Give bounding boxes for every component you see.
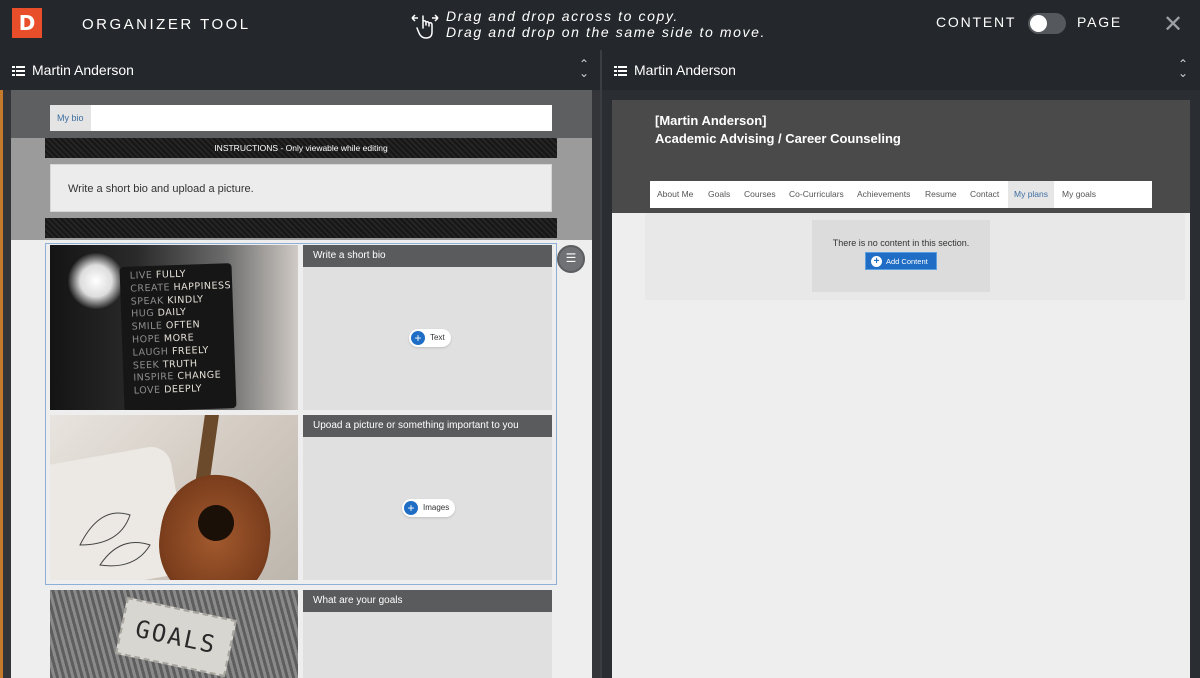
image-drop-area: + Images	[303, 437, 552, 580]
left-tab-bar: My bio	[50, 105, 552, 131]
goals-drop-area	[303, 612, 552, 678]
instructions-banner: INSTRUCTIONS - Only viewable while editi…	[45, 138, 557, 158]
poster-word-bright: DEEPLY	[163, 383, 203, 396]
poster-line: LOVE DEEPLY	[134, 382, 235, 398]
owner-subtitle: Academic Advising / Career Counseling	[655, 131, 901, 146]
poster-word-dim: LIVE	[129, 269, 157, 282]
nav-my-goals[interactable]: My goals	[1062, 181, 1096, 208]
nav-my-plans[interactable]: My plans	[1008, 181, 1055, 208]
right-page-header: [Martin Anderson] Academic Advising / Ca…	[612, 100, 1190, 213]
poster-word-dim: SPEAK	[130, 294, 168, 308]
poster-word-dim: LAUGH	[132, 346, 173, 359]
add-text-label: Text	[430, 333, 445, 342]
guitar-photo[interactable]	[50, 415, 298, 580]
poster-photo[interactable]: LIVE FULLY CREATE HAPPINESS SPEAK KINDLY HU…	[50, 245, 298, 410]
poster-word-bright: OFTEN	[165, 319, 201, 332]
poster-word-bright: FREELY	[171, 344, 210, 357]
lamp-glow	[68, 253, 124, 309]
page-nav-bar: About Me Goals Courses Co-Curriculars Ac…	[650, 181, 1152, 208]
top-bar: D ORGANIZER TOOL Drag and drop across to…	[0, 0, 1200, 50]
block-heading: Upoad a picture or something important t…	[303, 415, 552, 437]
tab-my-bio[interactable]: My bio	[50, 105, 91, 131]
toggle-content-label: CONTENT	[936, 14, 1017, 30]
left-page-preview: My bio INSTRUCTIONS - Only viewable whil…	[11, 90, 592, 678]
text-drop-area: + Text	[303, 267, 552, 410]
poster-word-dim: HOPE	[131, 333, 165, 346]
toggle-page-label: PAGE	[1077, 14, 1123, 30]
page-owner-name: [Martin Anderson] Academic Advising / Ca…	[655, 112, 901, 148]
nav-courses[interactable]: Courses	[744, 181, 776, 208]
poster-word-dim: LOVE	[133, 384, 165, 397]
empty-section-text: There is no content in this section.	[832, 238, 970, 248]
left-page-header: My bio INSTRUCTIONS - Only viewable whil…	[11, 90, 592, 240]
poster-word-dim: CREATE	[130, 281, 174, 295]
left-user-select: Martin Anderson	[32, 62, 134, 78]
add-content-label: Add Content	[886, 257, 928, 266]
content-page-switch[interactable]	[1028, 13, 1066, 34]
nav-goals[interactable]: Goals	[708, 181, 730, 208]
poster-word-bright: CHANGE	[177, 369, 222, 383]
poster-word-bright: MORE	[163, 332, 195, 345]
poster-word-dim: INSPIRE	[133, 371, 178, 384]
list-icon	[12, 66, 25, 76]
hand-drag-icon	[411, 14, 439, 39]
nav-resume[interactable]: Resume	[925, 181, 957, 208]
right-panel: [Martin Anderson] Academic Advising / Ca…	[602, 90, 1200, 678]
instructions-banner-end	[45, 218, 557, 238]
menu-icon[interactable]: ☰	[557, 245, 585, 273]
app-title: ORGANIZER TOOL	[82, 16, 251, 33]
right-page-preview: [Martin Anderson] Academic Advising / Ca…	[612, 100, 1190, 678]
poster-word-bright: TRUTH	[162, 357, 198, 371]
owner-name-line: [Martin Anderson]	[655, 113, 767, 128]
nav-about-me[interactable]: About Me	[657, 181, 693, 208]
instruction-line-2: Drag and drop on the same side to move.	[446, 24, 766, 40]
switch-knob	[1030, 15, 1047, 32]
letter-board: LIVE FULLY CREATE HAPPINESS SPEAK KINDLY HU…	[119, 263, 237, 410]
app-logo[interactable]: D	[12, 8, 42, 38]
right-panel-header[interactable]: Martin Anderson ⌃ ⌄	[602, 50, 1200, 90]
plus-icon: +	[411, 331, 425, 345]
block-heading: What are your goals	[303, 590, 552, 612]
instruction-line-1: Drag and drop across to copy.	[446, 8, 679, 24]
poster-text: LIVE FULLY CREATE HAPPINESS SPEAK KINDLY HU…	[130, 267, 235, 398]
leaf-pattern	[79, 512, 151, 567]
add-content-button[interactable]: + Add Content	[865, 252, 937, 270]
left-panel: My bio INSTRUCTIONS - Only viewable whil…	[3, 90, 600, 678]
instructions-box: Write a short bio and upload a picture.	[50, 164, 552, 212]
poster-word-bright: DAILY	[157, 307, 187, 320]
goals-photo[interactable]: GOALS	[50, 590, 298, 678]
close-icon[interactable]: ✕	[1162, 13, 1184, 37]
empty-section-box: There is no content in this section. + Ad…	[812, 220, 990, 292]
nav-contact[interactable]: Contact	[970, 181, 999, 208]
drag-instructions: Drag and drop across to copy. Drag and d…	[446, 8, 766, 40]
left-panel-header[interactable]: Martin Anderson ⌃ ⌄	[0, 50, 600, 90]
nav-co-curriculars[interactable]: Co-Curriculars	[789, 181, 844, 208]
sort-arrows-icon: ⌃ ⌄	[1178, 57, 1189, 80]
list-icon	[614, 66, 627, 76]
poster-word-dim: SMILE	[131, 320, 167, 333]
add-images-button[interactable]: + Images	[402, 499, 456, 517]
plus-icon: +	[871, 256, 882, 267]
right-user-select: Martin Anderson	[634, 62, 736, 78]
add-images-label: Images	[423, 503, 450, 512]
sort-arrows-icon: ⌃ ⌄	[579, 57, 590, 80]
nav-achievements[interactable]: Achievements	[857, 181, 910, 208]
poster-word-bright: HAPPINESS	[173, 279, 232, 293]
block-heading: Write a short bio	[303, 245, 552, 267]
plus-icon: +	[404, 501, 418, 515]
goals-tag: GOALS	[115, 596, 237, 678]
add-text-button[interactable]: + Text	[409, 329, 451, 347]
poster-word-bright: KINDLY	[167, 293, 204, 306]
poster-word-dim: HUG	[130, 308, 158, 321]
poster-word-dim: SEEK	[132, 359, 163, 372]
sound-hole	[195, 502, 237, 544]
poster-word-bright: FULLY	[155, 268, 187, 281]
